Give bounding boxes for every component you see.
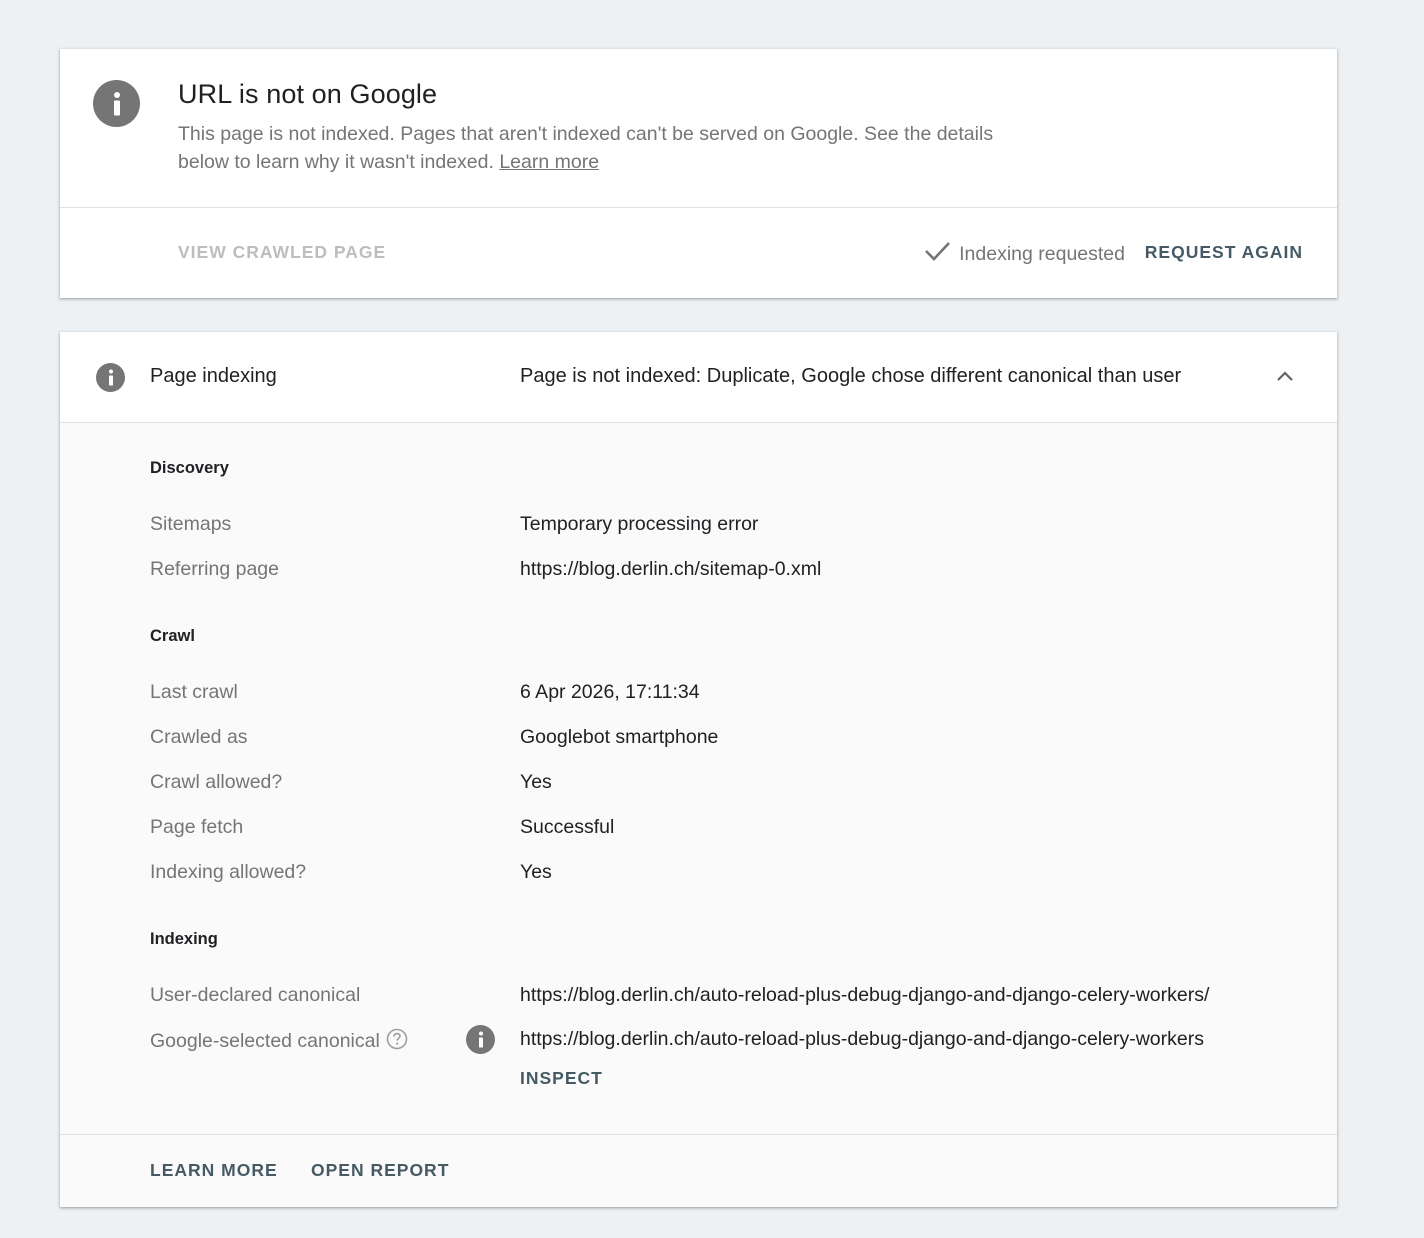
row-value-referring-page[interactable]: https://blog.derlin.ch/sitemap-0.xml [520, 558, 821, 581]
status-actions: VIEW CRAWLED PAGE Indexing requested REQ… [60, 208, 1337, 297]
row-label-page-fetch: Page fetch [150, 816, 244, 838]
chevron-up-icon[interactable] [1273, 365, 1297, 389]
info-icon[interactable] [466, 1025, 495, 1054]
row-value-last-crawl: 6 Apr 2026, 17:11:34 [520, 681, 700, 703]
row-label-referring-page: Referring page [150, 558, 279, 580]
row-value-crawled-as: Googlebot smartphone [520, 726, 719, 748]
row-value-indexing-allowed: Yes [520, 861, 552, 883]
row-value-user-canonical: https://blog.derlin.ch/auto-reload-plus-… [520, 984, 1210, 1006]
section-title-crawl: Crawl [150, 627, 195, 645]
row-label-sitemaps: Sitemaps [150, 513, 232, 535]
row-label-last-crawl: Last crawl [150, 681, 238, 703]
row-label-user-canonical: User-declared canonical [150, 984, 361, 1006]
row-label-crawled-as: Crawled as [150, 726, 248, 748]
row-value-google-canonical: https://blog.derlin.ch/auto-reload-plus-… [520, 1028, 1204, 1050]
row-value-crawl-allowed: Yes [520, 771, 552, 793]
info-icon [93, 80, 140, 127]
info-icon [96, 363, 125, 392]
row-label-indexing-allowed: Indexing allowed? [150, 861, 307, 883]
page-indexing-footer: LEARN MORE OPEN REPORT [60, 1134, 1337, 1207]
indexing-requested-label: Indexing requested [959, 242, 1125, 265]
row-value-page-fetch: Successful [520, 816, 615, 838]
section-title-discovery: Discovery [150, 459, 229, 477]
view-crawled-page-button: VIEW CRAWLED PAGE [178, 242, 387, 262]
url-status-card: URL is not on Google This page is not in… [60, 49, 1337, 298]
status-header: URL is not on Google This page is not in… [60, 49, 1337, 208]
help-circle-icon[interactable] [386, 1028, 408, 1050]
inspect-button[interactable]: INSPECT [520, 1068, 603, 1089]
status-description: This page is not indexed. Pages that are… [178, 120, 998, 176]
status-title: URL is not on Google [178, 79, 438, 109]
indexing-requested-status: Indexing requested [924, 240, 1125, 268]
learn-more-link[interactable]: Learn more [499, 151, 599, 173]
check-icon [924, 240, 951, 268]
page-indexing-header[interactable]: Page indexing Page is not indexed: Dupli… [60, 332, 1337, 423]
row-label-crawl-allowed: Crawl allowed? [150, 771, 283, 793]
page-indexing-summary: Page is not indexed: Duplicate, Google c… [520, 365, 1182, 387]
open-report-button[interactable]: OPEN REPORT [311, 1160, 449, 1181]
row-value-sitemaps: Temporary processing error [520, 513, 759, 535]
page-indexing-title: Page indexing [150, 365, 277, 387]
page-indexing-details: Discovery Sitemaps Temporary processing … [60, 423, 1337, 1135]
page-indexing-card: Page indexing Page is not indexed: Dupli… [60, 332, 1337, 1207]
section-title-indexing: Indexing [150, 930, 218, 948]
learn-more-button[interactable]: LEARN MORE [150, 1160, 278, 1181]
google-canonical-label-text: Google-selected canonical [150, 1030, 380, 1052]
row-label-google-canonical: Google-selected canonical [150, 1028, 408, 1053]
request-again-button[interactable]: REQUEST AGAIN [1145, 242, 1303, 263]
